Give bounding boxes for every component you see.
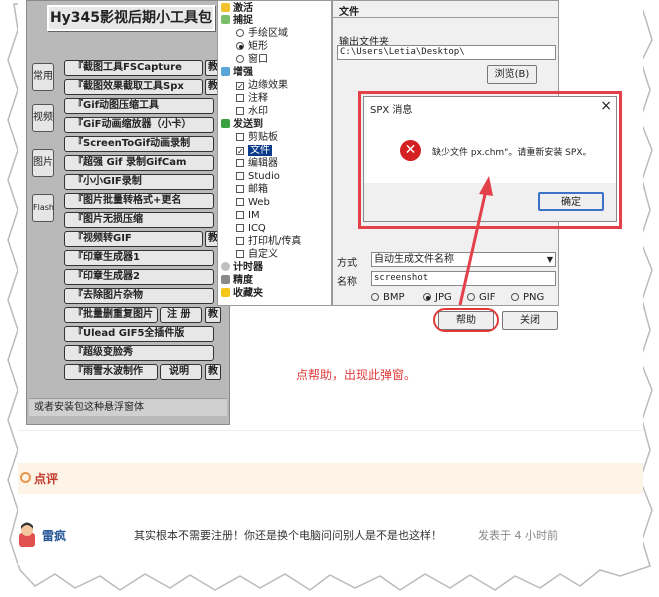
review-bar: 点评 [18,463,643,494]
screenshot-page: Hy345影视后期小工具包 常用 视频 图片 Flash 『截图工具FSCapt… [18,0,643,565]
divider [18,430,643,431]
annotation-text: 点帮助，出现此弹窗。 [296,368,417,382]
comment-text: 其实根本不需要注册！你还是换个电脑问问别人是不是也这样！ [134,529,442,542]
avatar[interactable] [18,521,36,547]
comment-timestamp: 发表于 4 小时前 [478,529,558,542]
circle-icon [20,472,31,483]
comment-username[interactable]: 雷疯 [42,527,66,544]
review-heading: 点评 [34,472,59,486]
